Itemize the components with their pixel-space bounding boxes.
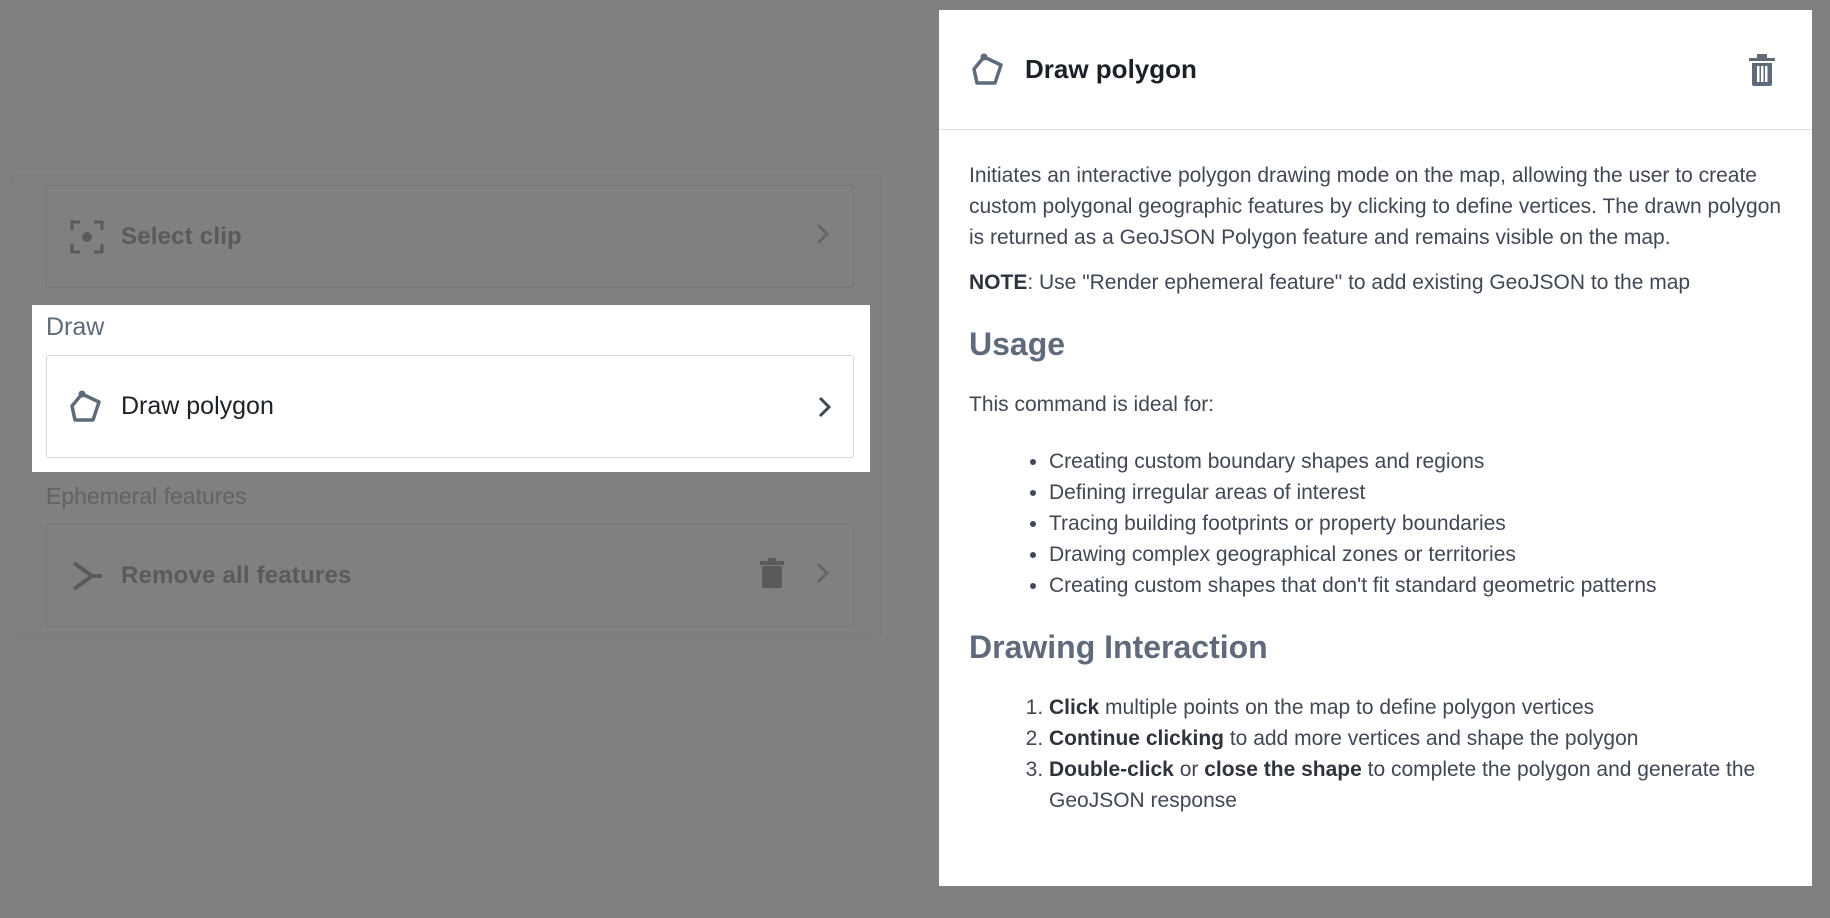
select-clip-label: Select clip <box>121 222 242 250</box>
detail-body: Initiates an interactive polygon drawing… <box>939 130 1812 816</box>
remove-all-features-label: Remove all features <box>121 561 352 589</box>
delete-button[interactable] <box>1742 50 1782 90</box>
detail-note: NOTE: Use "Render ephemeral feature" to … <box>969 267 1782 298</box>
list-item: Defining irregular areas of interest <box>1049 477 1782 508</box>
polygon-icon <box>67 388 105 426</box>
select-clip-row[interactable]: Select clip <box>46 185 854 288</box>
ephemeral-section-label: Ephemeral features <box>46 483 247 509</box>
draw-polygon-row[interactable]: Draw polygon <box>46 355 854 458</box>
polygon-icon <box>969 51 1007 89</box>
interaction-steps: Click multiple points on the map to defi… <box>969 692 1782 816</box>
trash-icon[interactable] <box>759 558 785 593</box>
remove-all-features-row[interactable]: Remove all features <box>46 524 854 627</box>
list-item: Creating custom shapes that don't fit st… <box>1049 570 1782 601</box>
usage-heading: Usage <box>969 326 1066 362</box>
detail-title: Draw polygon <box>1025 54 1197 84</box>
usage-list: Creating custom boundary shapes and regi… <box>969 446 1782 601</box>
trash-icon <box>1749 53 1775 86</box>
detail-header: Draw polygon <box>939 10 1812 130</box>
chevron-right-icon <box>815 560 831 591</box>
list-item: Click multiple points on the map to defi… <box>1049 692 1782 723</box>
note-text: : Use "Render ephemeral feature" to add … <box>1027 271 1691 294</box>
usage-intro: This command is ideal for: <box>969 393 1215 416</box>
list-item: Double-click or close the shape to compl… <box>1049 754 1782 816</box>
command-detail-panel: Draw polygon Initiates an interactive po… <box>939 10 1812 886</box>
draw-section-label: Draw <box>46 313 105 341</box>
remove-features-icon <box>69 558 105 594</box>
select-clip-icon <box>69 219 105 255</box>
chevron-right-icon <box>817 395 833 419</box>
list-item: Continue clicking to add more vertices a… <box>1049 723 1782 754</box>
note-label: NOTE <box>969 271 1028 294</box>
chevron-right-icon <box>815 221 831 252</box>
list-item: Drawing complex geographical zones or te… <box>1049 539 1782 570</box>
list-item: Creating custom boundary shapes and regi… <box>1049 446 1782 477</box>
draw-polygon-label: Draw polygon <box>121 392 274 420</box>
draw-section-highlight: Draw Draw polygon <box>32 305 870 472</box>
list-item: Tracing building footprints or property … <box>1049 508 1782 539</box>
detail-intro: Initiates an interactive polygon drawing… <box>969 164 1782 249</box>
interaction-heading: Drawing Interaction <box>969 629 1268 665</box>
